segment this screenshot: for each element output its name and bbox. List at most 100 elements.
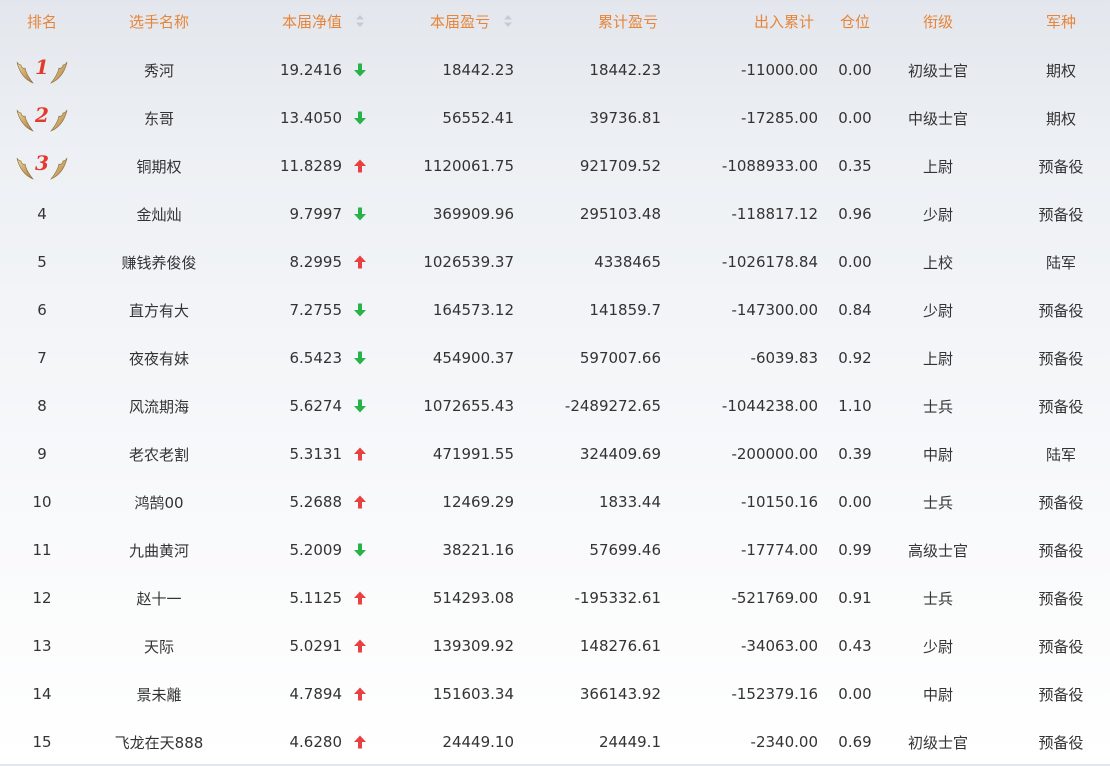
header-flow: 出入累计 (753, 12, 814, 31)
table-row[interactable]: 2 东哥 13.4050 56552.41 39736.81 -17285.00 0.00 中… (0, 94, 1110, 142)
table-row[interactable]: 14 景未離 4.7894 151603.34 366143.92 -152379.16 0… (0, 670, 1110, 718)
military-rank: 初级士官 (907, 61, 968, 80)
header-current-pl[interactable]: 本届盈亏 (372, 0, 490, 42)
table-row[interactable]: 8 风流期海 5.6274 1072655.43 -2489272.65 -1044238… (0, 382, 1110, 430)
current-pl: 1026539.37 (423, 253, 514, 271)
table-row[interactable]: 1 秀河 19.2416 18442.23 18442.23 -11000.00 0.00 初… (0, 46, 1110, 94)
total-pl: 57699.46 (589, 541, 661, 559)
table-header: 排名 选手名称 本届净值 本届盈亏 累计盈亏 出入累计 仓位 衔级 军种 (0, 0, 1110, 42)
header-military-rank: 衔级 (922, 12, 953, 31)
player-name[interactable]: 风流期海 (84, 382, 234, 430)
total-pl: 295103.48 (579, 205, 661, 223)
table-row[interactable]: 10 鸿鹄00 5.2688 12469.29 1833.44 -10150.16 0.00… (0, 478, 1110, 526)
table-row[interactable]: 7 夜夜有妹 6.5423 454900.37 597007.66 -6039.83 0.9… (0, 334, 1110, 382)
position-ratio: 0.00 (838, 253, 872, 271)
nav-value: 4.6280 (289, 733, 343, 751)
player-name[interactable]: 金灿灿 (84, 190, 234, 238)
position-ratio: 0.00 (838, 61, 872, 79)
rank-number: 1 (35, 55, 49, 79)
flow-total: -10150.16 (741, 493, 818, 511)
player-name[interactable]: 赵十一 (84, 574, 234, 622)
military-rank: 上尉 (922, 349, 953, 368)
nav-value: 7.2755 (289, 301, 343, 319)
player-name[interactable]: 景未離 (84, 670, 234, 718)
arrow-down-icon (348, 94, 372, 142)
sort-current-pl-icon[interactable] (498, 0, 518, 42)
table-row[interactable]: 4 金灿灿 9.7997 369909.96 295103.48 -118817.12 0.… (0, 190, 1110, 238)
player-name[interactable]: 九曲黄河 (84, 526, 234, 574)
player-name[interactable]: 夜夜有妹 (84, 334, 234, 382)
table-row[interactable]: 6 直方有大 7.2755 164573.12 141859.7 -147300.00 0.… (0, 286, 1110, 334)
player-name[interactable]: 鸿鹄00 (84, 478, 234, 526)
nav-value: 8.2995 (289, 253, 343, 271)
current-pl: 454900.37 (432, 349, 514, 367)
player-name[interactable]: 飞龙在天888 (84, 718, 234, 766)
nav-value: 5.3131 (289, 445, 343, 463)
nav-value: 5.6274 (289, 397, 343, 415)
sort-nav-icon[interactable] (348, 0, 372, 42)
position-ratio: 0.84 (838, 301, 872, 319)
service-branch: 预备役 (1038, 157, 1084, 176)
nav-value: 9.7997 (289, 205, 343, 223)
flow-total: -147300.00 (731, 301, 818, 319)
current-pl: 38221.16 (442, 541, 514, 559)
military-rank: 上校 (922, 253, 953, 272)
position-ratio: 0.99 (838, 541, 872, 559)
header-player-name: 选手名称 (128, 12, 189, 31)
position-ratio: 0.91 (838, 589, 872, 607)
player-name[interactable]: 铜期权 (84, 142, 234, 190)
position-ratio: 0.00 (838, 493, 872, 511)
total-pl: 324409.69 (579, 445, 661, 463)
service-branch: 预备役 (1038, 205, 1084, 224)
player-name[interactable]: 东哥 (84, 94, 234, 142)
nav-value: 19.2416 (279, 61, 342, 79)
position-ratio: 0.92 (838, 349, 872, 367)
rank-number: 2 (35, 103, 49, 127)
laurel-wings-icon: 3 (15, 150, 69, 182)
current-pl: 139309.92 (432, 637, 514, 655)
ranking-table: 排名 选手名称 本届净值 本届盈亏 累计盈亏 出入累计 仓位 衔级 军种 1 秀河… (0, 0, 1110, 764)
flow-total: -200000.00 (731, 445, 818, 463)
player-name[interactable]: 秀河 (84, 46, 234, 94)
rank-number: 4 (37, 205, 47, 223)
arrow-down-icon (348, 334, 372, 382)
table-row[interactable]: 12 赵十一 5.1125 514293.08 -195332.61 -521769.00… (0, 574, 1110, 622)
player-name[interactable]: 赚钱养俊俊 (84, 238, 234, 286)
player-name[interactable]: 天际 (84, 622, 234, 670)
header-nav[interactable]: 本届净值 (234, 0, 342, 42)
current-pl: 18442.23 (442, 61, 514, 79)
nav-value: 5.0291 (289, 637, 343, 655)
player-name[interactable]: 老农老割 (84, 430, 234, 478)
position-ratio: 0.39 (838, 445, 872, 463)
military-rank: 士兵 (922, 493, 953, 512)
rank-medal: 2 (0, 94, 84, 142)
total-pl: -2489272.65 (564, 397, 661, 415)
arrow-up-icon (348, 670, 372, 718)
table-row[interactable]: 11 九曲黄河 5.2009 38221.16 57699.46 -17774.00 0.9… (0, 526, 1110, 574)
table-row[interactable]: 13 天际 5.0291 139309.92 148276.61 -34063.00 0.4… (0, 622, 1110, 670)
position-ratio: 0.00 (838, 109, 872, 127)
header-service-branch: 军种 (1045, 12, 1076, 31)
rank-number: 6 (37, 301, 47, 319)
nav-value: 6.5423 (289, 349, 343, 367)
player-name[interactable]: 直方有大 (84, 286, 234, 334)
table-row[interactable]: 5 赚钱养俊俊 8.2995 1026539.37 4338465 -1026178.84… (0, 238, 1110, 286)
service-branch: 预备役 (1038, 301, 1084, 320)
flow-total: -6039.83 (750, 349, 818, 367)
current-pl: 12469.29 (442, 493, 514, 511)
service-branch: 陆军 (1045, 445, 1076, 464)
table-row[interactable]: 3 铜期权 11.8289 1120061.75 921709.52 -1088933.0… (0, 142, 1110, 190)
total-pl: 141859.7 (589, 301, 661, 319)
position-ratio: 0.69 (838, 733, 872, 751)
header-total-pl: 累计盈亏 (597, 12, 658, 31)
rank-number: 13 (32, 637, 52, 655)
table-row[interactable]: 15 飞龙在天888 4.6280 24449.10 24449.1 -2340.00 0.… (0, 718, 1110, 766)
total-pl: 1833.44 (598, 493, 661, 511)
flow-total: -34063.00 (741, 637, 818, 655)
nav-value: 5.2009 (289, 541, 343, 559)
service-branch: 预备役 (1038, 637, 1084, 656)
total-pl: 597007.66 (579, 349, 661, 367)
table-row[interactable]: 9 老农老割 5.3131 471991.55 324409.69 -200000.00 0… (0, 430, 1110, 478)
service-branch: 预备役 (1038, 397, 1084, 416)
rank-number: 8 (37, 397, 47, 415)
